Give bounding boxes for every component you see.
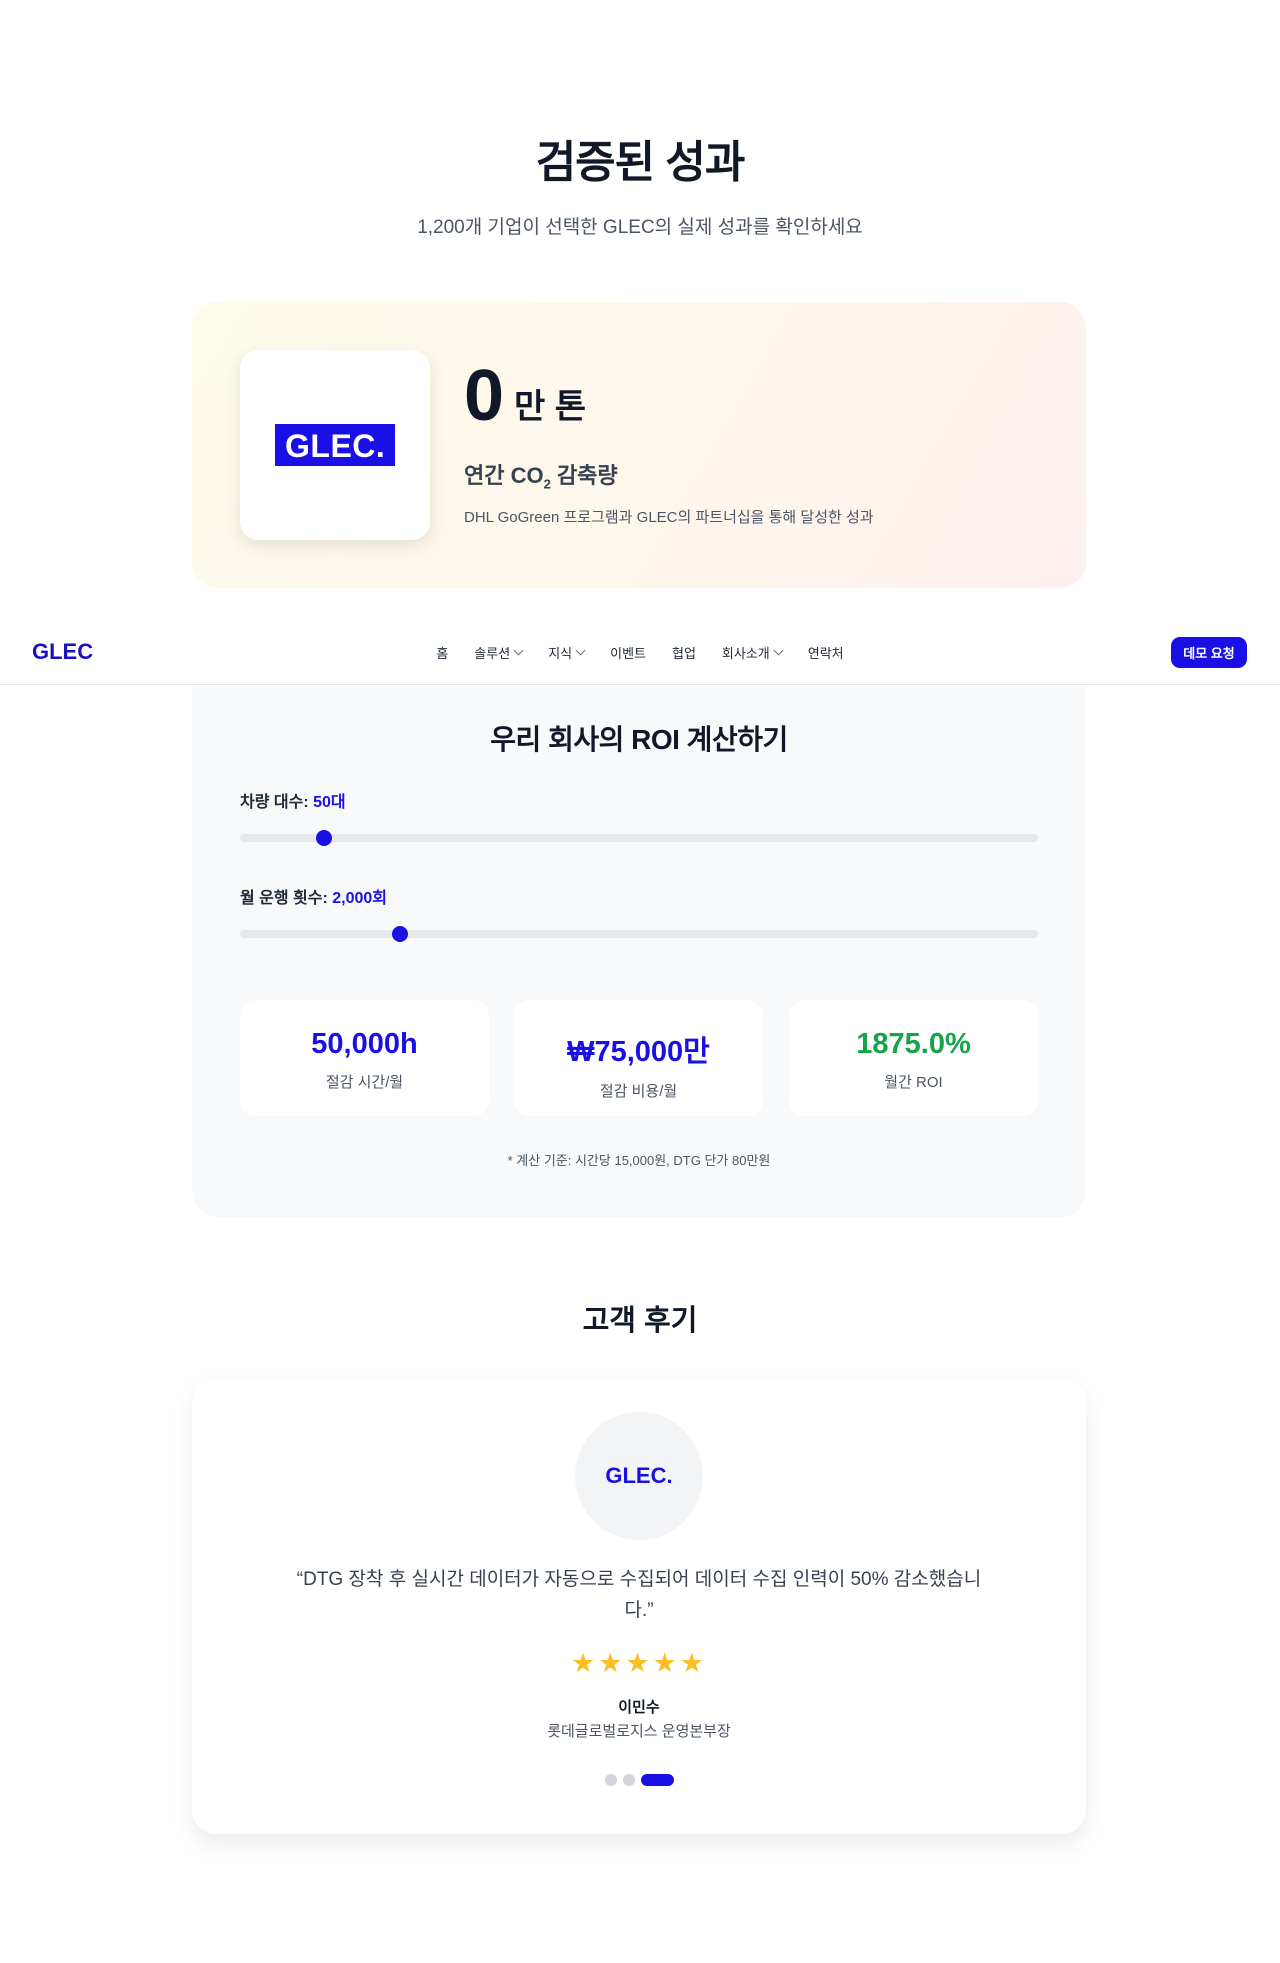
stat-label: 월간 ROI [884,1074,943,1091]
review-quote: “DTG 장착 후 실시간 데이터가 자동으로 수집되어 데이터 수집 인력이 … [296,1569,982,1621]
nav-label: 연락처 [807,646,844,661]
stat-label: 절감 시간/월 [325,1074,404,1091]
case-stat-value: 0 [464,356,505,436]
vehicles-value: 50대 [313,794,346,811]
star-rating: ★★★★★ [570,1648,708,1678]
nav-label: 협업 [672,646,696,661]
stat-card-roi: 1875.0% 월간 ROI [789,1000,1038,1116]
case-description: DHL GoGreen 프로그램과 GLEC의 파트너십을 통해 달성한 성과 [464,509,874,526]
stat-label: 절감 비용/월 [599,1083,678,1100]
nav-item-knowledge[interactable]: 지식 [548,643,586,662]
nav-item-about[interactable]: 회사소개 [721,643,784,662]
trips-slider-thumb[interactable] [391,926,408,942]
label-suffix: 감축량 [550,463,618,488]
case-study-card: GLEC. 0 만 톤 연간 CO2 감축량 DHL GoGreen 프로그램과… [192,302,1086,588]
nav-label: 홈 [436,646,449,661]
demo-request-button[interactable]: 데모 요청 [1171,637,1247,668]
stat-value: 1875.0% [856,1028,971,1060]
vehicles-slider[interactable] [240,830,1038,846]
navbar: GLEC 홈 솔루션 지식 이벤트 협업 회사소개 연락처 데모 요청 [0,619,1280,685]
stat-card-cost: ₩75,000만 절감 비용/월 [514,1000,763,1116]
nav-menu: 홈 솔루션 지식 이벤트 협업 회사소개 연락처 [0,643,1280,662]
nav-item-events[interactable]: 이벤트 [610,643,646,662]
reviewer-role: 롯데글로벌로지스 운영본부장 [547,1723,731,1740]
label-subscript: 2 [543,476,551,492]
stat-card-time: 50,000h 절감 시간/월 [240,1000,489,1116]
trips-label-text: 월 운행 횟수: [240,890,333,907]
case-stat: 0 만 톤 [464,360,586,432]
review-card: GLEC. “DTG 장착 후 실시간 데이터가 자동으로 수집되어 데이터 수… [192,1378,1086,1834]
performance-subtitle: 1,200개 기업이 선택한 GLEC의 실제 성과를 확인하세요 [417,217,863,238]
vehicles-label-text: 차량 대수: [240,794,314,811]
nav-label: 회사소개 [721,646,770,661]
trips-label: 월 운행 횟수: 2,000회 [240,884,387,908]
carousel-dots [192,1774,1086,1786]
chevron-down-icon [513,645,524,656]
trips-value: 2,000회 [332,890,388,907]
case-stat-unit: 만 톤 [514,388,587,426]
nav-label: 솔루션 [474,646,511,661]
chevron-down-icon [773,645,784,656]
vehicles-label: 차량 대수: 50대 [240,788,346,812]
nav-item-contact[interactable]: 연락처 [808,643,844,662]
carousel-dot[interactable] [604,1774,617,1786]
carousel-dot[interactable] [640,1774,674,1786]
nav-label: 지식 [548,646,573,661]
performance-title: 검증된 성과 [535,138,746,187]
nav-item-solutions[interactable]: 솔루션 [474,643,524,662]
glec-logo-badge: GLEC. [275,424,395,466]
nav-label: 이벤트 [610,646,646,661]
reviewer-company-logo: GLEC. [575,1412,703,1540]
calculation-note: * 계산 기준: 시간당 15,000원, DTG 단가 80만원 [507,1153,771,1168]
case-stat-label: 연간 CO2 감축량 [464,458,618,491]
chevron-down-icon [575,645,586,656]
vehicles-slider-thumb[interactable] [315,830,332,846]
stat-value: 50,000h [311,1028,418,1060]
roi-calculator: 우리 회사의 ROI 계산하기 차량 대수: 50대 월 운행 횟수: 2,00… [192,686,1086,1217]
stat-value: ₩75,000만 [567,1036,710,1068]
roi-title: 우리 회사의 ROI 계산하기 [490,724,788,755]
nav-item-home[interactable]: 홈 [436,643,448,662]
company-logo: GLEC. [240,350,430,540]
trips-slider[interactable] [240,926,1038,942]
reviews-title: 고객 후기 [582,1305,698,1337]
label-prefix: 연간 CO [464,463,544,488]
carousel-dot[interactable] [622,1774,635,1786]
nav-item-partnership[interactable]: 협업 [672,643,696,662]
reviewer-name: 이민수 [618,1699,660,1716]
